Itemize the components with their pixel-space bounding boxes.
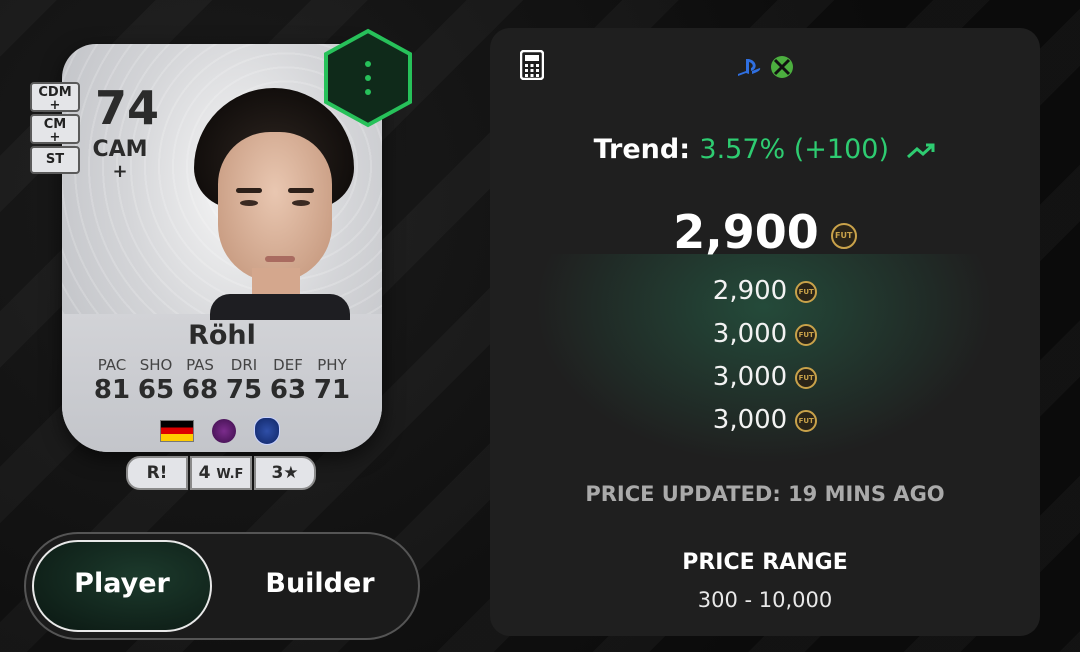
price-list: 2,900 FUT 3,000 FUT 3,000 FUT 3,000 FUT <box>490 270 1040 442</box>
coin-icon: FUT <box>795 280 818 303</box>
player-rating: 74 <box>94 81 159 135</box>
coin-icon: FUT <box>830 222 857 249</box>
price-range-value: 300 - 10,000 <box>697 588 833 612</box>
stat-pac: PAC 81 <box>90 356 134 406</box>
price-updated-text: PRICE UPDATED: 19 MINS AGO <box>585 482 945 506</box>
alternate-positions: CDM + CM + ST <box>30 82 80 176</box>
alt-position-label: ST <box>45 152 65 167</box>
price-value: 3,000 <box>712 319 788 349</box>
trend-up-icon <box>907 143 935 158</box>
alt-position-plus: + <box>49 130 61 145</box>
club-crest-icon <box>254 417 280 445</box>
price-row: 2,900 FUT <box>490 270 1040 313</box>
current-price: 2,900 FUT <box>490 205 1040 259</box>
price-value: 3,000 <box>712 405 788 435</box>
platform-icons <box>738 56 793 78</box>
price-range-title: PRICE RANGE <box>682 550 848 575</box>
position-plus: + <box>112 161 128 182</box>
stat-value: 81 <box>93 375 131 405</box>
stat-phy: PHY 71 <box>310 356 354 406</box>
premier-league-icon <box>212 419 236 443</box>
stat-value: 65 <box>137 375 175 405</box>
stat-value: 68 <box>181 375 219 405</box>
price-value: 3,000 <box>712 362 788 392</box>
weak-foot-badge: 4 W.F <box>190 456 252 490</box>
stat-pas: PAS 68 <box>178 356 222 406</box>
chemistry-hex-icon[interactable] <box>322 28 414 128</box>
xbox-icon <box>771 56 793 78</box>
player-name: Röhl <box>188 320 256 351</box>
stat-label: DEF <box>273 356 303 374</box>
stat-value: 63 <box>269 375 307 405</box>
coin-icon: FUT <box>795 323 818 346</box>
stat-label: PAS <box>186 356 214 374</box>
player-tab[interactable]: Player <box>32 568 212 599</box>
calculator-icon[interactable] <box>520 50 544 80</box>
role-badge: R! <box>126 456 188 490</box>
alt-position-badge: CM + <box>30 114 80 144</box>
coin-icon: FUT <box>795 409 818 432</box>
alt-position-badge: CDM + <box>30 82 80 112</box>
playstation-icon <box>738 59 761 76</box>
current-price-value: 2,900 <box>673 205 819 259</box>
stat-dri: DRI 75 <box>222 356 266 406</box>
stat-sho: SHO 65 <box>134 356 178 406</box>
player-position: CAM <box>92 137 148 162</box>
trend-label: Trend: <box>593 134 691 165</box>
skill-moves-badge: 3★ <box>254 456 316 490</box>
coin-icon: FUT <box>795 366 818 389</box>
price-row: 3,000 FUT <box>490 356 1040 399</box>
germany-flag-icon <box>160 420 194 442</box>
stat-label: PHY <box>317 356 347 374</box>
stat-def: DEF 63 <box>266 356 310 406</box>
stat-label: DRI <box>230 356 258 374</box>
card-badges <box>160 416 280 446</box>
stat-value: 75 <box>225 375 263 405</box>
builder-tab[interactable]: Builder <box>222 568 418 599</box>
stat-label: SHO <box>139 356 173 374</box>
alt-position-plus: + <box>49 98 61 113</box>
stats-row: PAC 81 SHO 65 PAS 68 DRI 75 DEF 63 PHY 7… <box>90 356 354 406</box>
price-row: 3,000 FUT <box>490 313 1040 356</box>
trend-value: 3.57% (+100) <box>699 134 890 165</box>
alt-position-badge: ST <box>30 146 80 174</box>
price-value: 2,900 <box>712 276 788 306</box>
stat-label: PAC <box>97 356 127 374</box>
weak-foot-label: W.F <box>216 467 244 482</box>
trend-line: Trend: 3.57% (+100) <box>490 134 1040 165</box>
stat-value: 71 <box>313 375 351 405</box>
price-row: 3,000 FUT <box>490 399 1040 442</box>
card-meta-row: R! 4 W.F 3★ <box>126 456 316 490</box>
weak-foot-value: 4 <box>198 463 211 483</box>
